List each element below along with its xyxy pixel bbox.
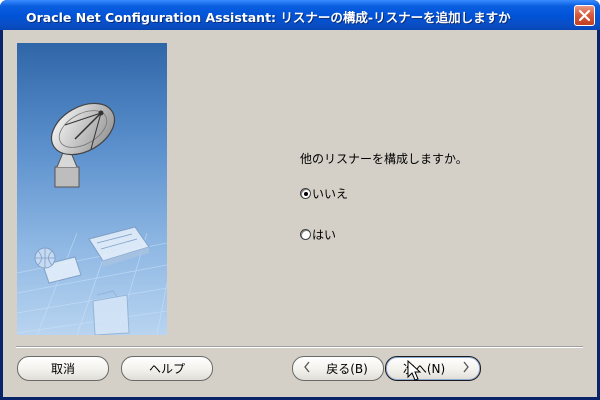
help-button-label: ヘルプ — [148, 362, 185, 376]
back-button[interactable]: 戻る(B) — [292, 356, 384, 381]
next-button[interactable]: 次へ(N) — [385, 356, 481, 381]
chevron-right-icon — [462, 361, 470, 376]
radio-label-yes[interactable]: はい — [312, 226, 336, 243]
side-illustration — [17, 43, 167, 335]
cancel-button[interactable]: 取消 — [17, 356, 109, 381]
radio-option-yes[interactable]: はい — [300, 226, 336, 242]
close-x-icon — [578, 9, 591, 22]
window-title: Oracle Net Configuration Assistant: リスナー… — [26, 10, 511, 25]
dialog-window: Oracle Net Configuration Assistant: リスナー… — [0, 0, 600, 400]
radio-label-no[interactable]: いいえ — [312, 185, 348, 202]
help-button[interactable]: ヘルプ — [121, 356, 213, 381]
radio-button-no[interactable] — [300, 187, 311, 199]
back-button-label: 戻る(B) — [326, 362, 368, 376]
cancel-button-label: 取消 — [50, 362, 75, 376]
radio-option-no[interactable]: いいえ — [300, 185, 348, 201]
chevron-left-icon — [303, 361, 311, 376]
question-text: 他のリスナーを構成しますか。 — [300, 152, 468, 166]
dialog-body: 他のリスナーを構成しますか。 いいえ はい 取消 ヘルプ 戻る(B) 次へ(N) — [3, 30, 597, 397]
close-button[interactable] — [574, 5, 595, 26]
title-bar[interactable]: Oracle Net Configuration Assistant: リスナー… — [0, 0, 600, 30]
mouse-pointer-icon — [407, 360, 422, 381]
divider — [16, 346, 583, 348]
radio-button-yes[interactable] — [300, 228, 311, 240]
